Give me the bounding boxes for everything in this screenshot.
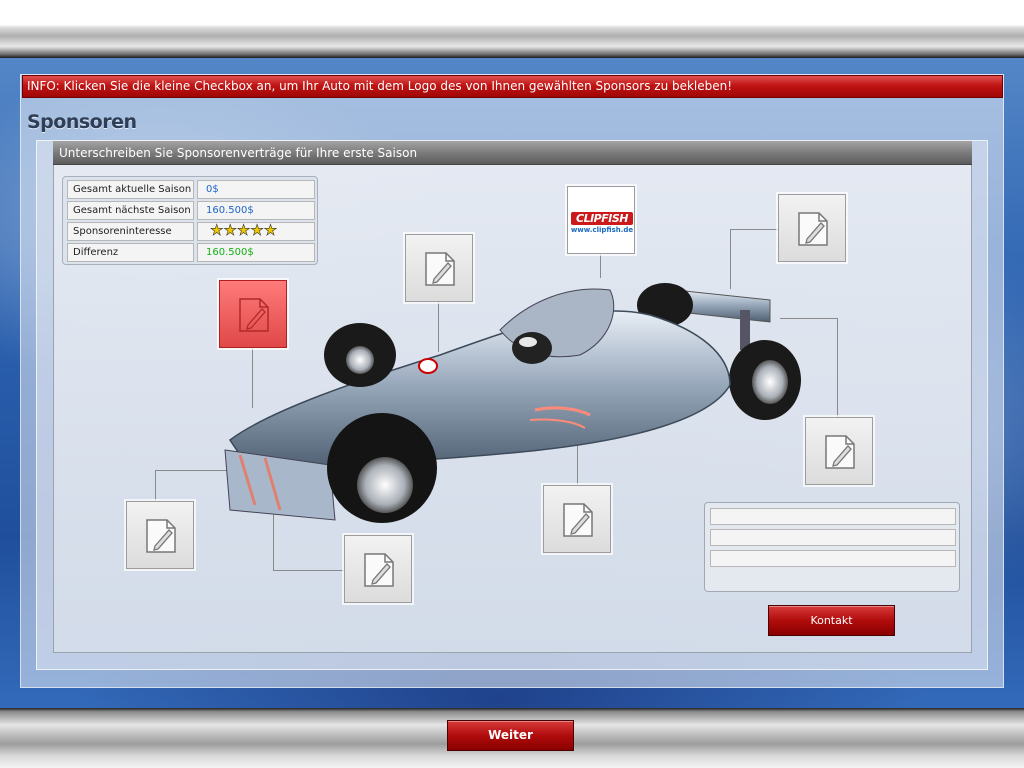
- top-chrome-bar: [0, 0, 1024, 58]
- race-car-image: [224, 283, 801, 523]
- next-button[interactable]: Weiter: [447, 720, 574, 751]
- sponsor-logo-url: www.clipfish.de: [570, 226, 634, 234]
- contract-icon: [239, 298, 269, 332]
- stat-value: 0$: [197, 180, 315, 199]
- panel-header: Unterschreiben Sie Sponsorenverträge für…: [53, 141, 972, 165]
- contact-line-1: [710, 508, 956, 525]
- contact-line-3: [710, 550, 956, 567]
- sponsor-slot-front-wing[interactable]: [126, 501, 194, 569]
- stat-label: Gesamt nächste Saison: [67, 201, 194, 220]
- sponsor-slot-nose-top[interactable]: [405, 234, 473, 302]
- stat-row-next-season: Gesamt nächste Saison 160.500$: [67, 201, 315, 220]
- contract-icon: [563, 503, 593, 537]
- sponsor-logo-clipfish: CLIPFISH: [571, 212, 633, 225]
- info-banner: INFO: Klicken Sie die kleine Checkbox an…: [22, 75, 1003, 98]
- stat-row-current-season: Gesamt aktuelle Saison 0$: [67, 180, 315, 199]
- contract-icon: [146, 519, 176, 553]
- stat-label: Differenz: [67, 243, 194, 262]
- sponsor-contact-box: [704, 502, 960, 592]
- contract-icon: [425, 252, 455, 286]
- sponsor-slot-airbox[interactable]: CLIPFISH www.clipfish.de: [567, 186, 635, 254]
- contact-button[interactable]: Kontakt: [768, 605, 895, 636]
- rating-stars: ★★★★★: [197, 222, 315, 241]
- sponsor-slot-side-lower[interactable]: [543, 485, 611, 553]
- sponsor-slot-side-pod[interactable]: [219, 280, 287, 348]
- contact-line-2: [710, 529, 956, 546]
- page-title: Sponsoren: [27, 111, 137, 133]
- stat-value: 160.500$: [197, 201, 315, 220]
- stat-label: Sponsoreninteresse: [67, 222, 194, 241]
- contract-icon: [825, 435, 855, 469]
- sponsor-slot-rear-wing[interactable]: [778, 194, 846, 262]
- contract-icon: [364, 553, 394, 587]
- stat-label: Gesamt aktuelle Saison: [67, 180, 194, 199]
- stat-row-sponsor-interest: Sponsoreninteresse ★★★★★: [67, 222, 315, 241]
- sponsor-slot-rear-tyre[interactable]: [805, 417, 873, 485]
- contract-icon: [798, 212, 828, 246]
- sponsor-slot-front-nose[interactable]: [344, 535, 412, 603]
- sponsor-stats-table: Gesamt aktuelle Saison 0$ Gesamt nächste…: [62, 176, 318, 265]
- star-icon: ★★★★★: [210, 221, 278, 239]
